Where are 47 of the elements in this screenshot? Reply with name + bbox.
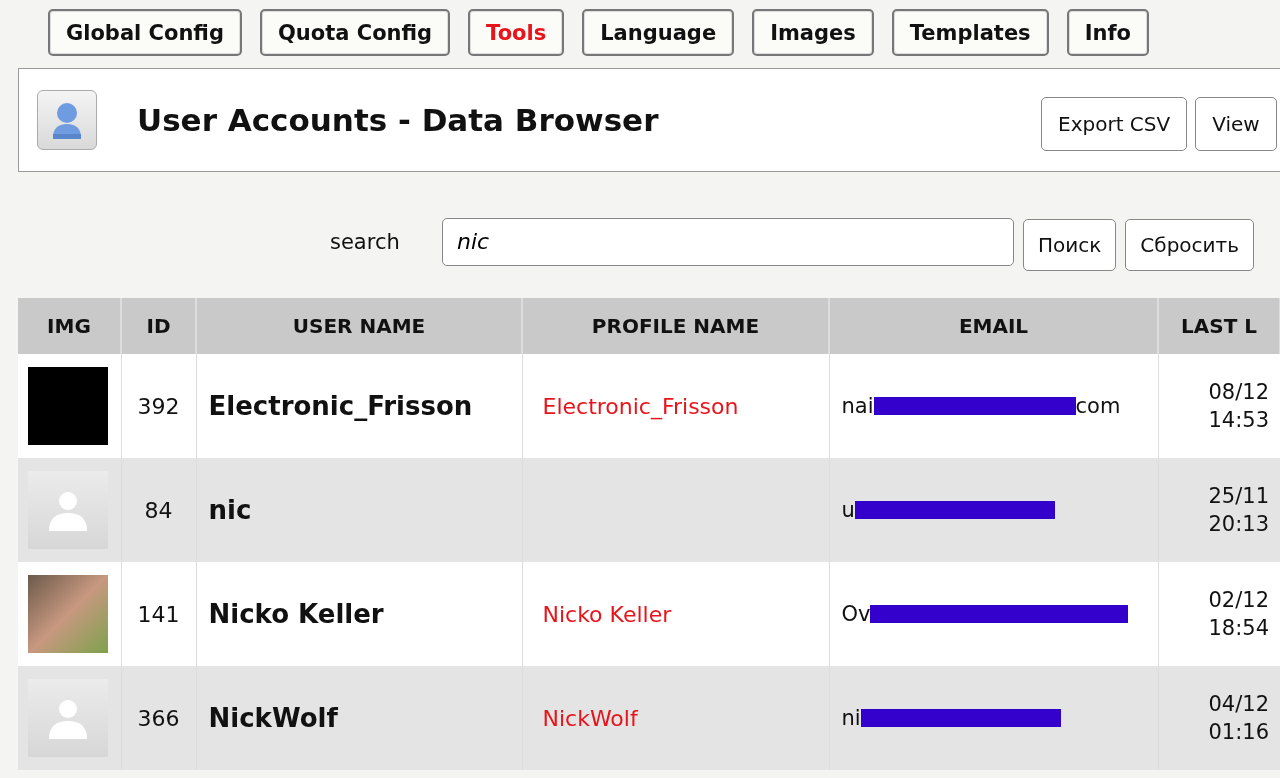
column-header: IMG xyxy=(18,298,121,354)
search-label: search xyxy=(330,229,401,254)
email-text: Ov xyxy=(841,602,871,626)
profile-link[interactable]: Electronic_Frisson xyxy=(522,354,829,458)
time-text: 18:54 xyxy=(1208,615,1271,642)
table-cell: Electronic_Frisson xyxy=(196,354,522,458)
table-cell: 84 xyxy=(121,458,196,562)
nav-tab[interactable]: Images xyxy=(752,9,874,56)
date-text: 02/12 xyxy=(1208,587,1271,614)
nav-tab[interactable]: Info xyxy=(1066,9,1149,56)
default-avatar-icon xyxy=(28,679,108,757)
column-header: LAST L xyxy=(1158,298,1280,354)
nav-tab[interactable]: Tools xyxy=(468,9,565,56)
nav-tab[interactable]: Language xyxy=(582,9,735,56)
table-cell: Nicko Keller xyxy=(196,562,522,666)
page-title: User Accounts - Data Browser xyxy=(137,102,660,138)
date-text: 08/12 xyxy=(1208,379,1271,406)
search-button[interactable]: Поиск xyxy=(1023,218,1117,271)
column-header: PROFILE NAME xyxy=(522,298,829,354)
table-cell: 392 xyxy=(121,354,196,458)
table-cell: 141 xyxy=(121,562,196,666)
time-text: 20:13 xyxy=(1208,511,1271,538)
search-field[interactable]: nic xyxy=(442,217,1014,266)
table-cell: NickWolf xyxy=(196,666,522,770)
search-button[interactable]: Сбросить xyxy=(1125,218,1255,271)
email-text: com xyxy=(1075,394,1121,418)
email-text: ni xyxy=(841,706,861,730)
profile-link[interactable]: NickWolf xyxy=(522,666,829,770)
column-header: EMAIL xyxy=(829,298,1158,354)
time-text: 01:16 xyxy=(1208,719,1271,746)
default-avatar-icon xyxy=(28,471,108,549)
email-text: u xyxy=(841,498,855,522)
nav-tab[interactable]: Templates xyxy=(891,9,1049,56)
column-header: USER NAME xyxy=(196,298,522,354)
table-cell: nic xyxy=(196,458,522,562)
table-cell: 366 xyxy=(121,666,196,770)
nav-tab[interactable]: Quota Config xyxy=(259,9,451,56)
nav-tab[interactable]: Global Config xyxy=(48,9,242,56)
date-text: 25/11 xyxy=(1208,483,1271,510)
header-button[interactable]: Export CSV xyxy=(1041,97,1188,151)
time-text: 14:53 xyxy=(1208,407,1271,434)
user-icon xyxy=(37,90,97,150)
email-text: nai xyxy=(841,394,874,418)
header-button[interactable]: View xyxy=(1195,97,1277,151)
profile-link[interactable]: Nicko Keller xyxy=(522,562,829,666)
column-header: ID xyxy=(121,298,196,354)
date-text: 04/12 xyxy=(1208,691,1271,718)
